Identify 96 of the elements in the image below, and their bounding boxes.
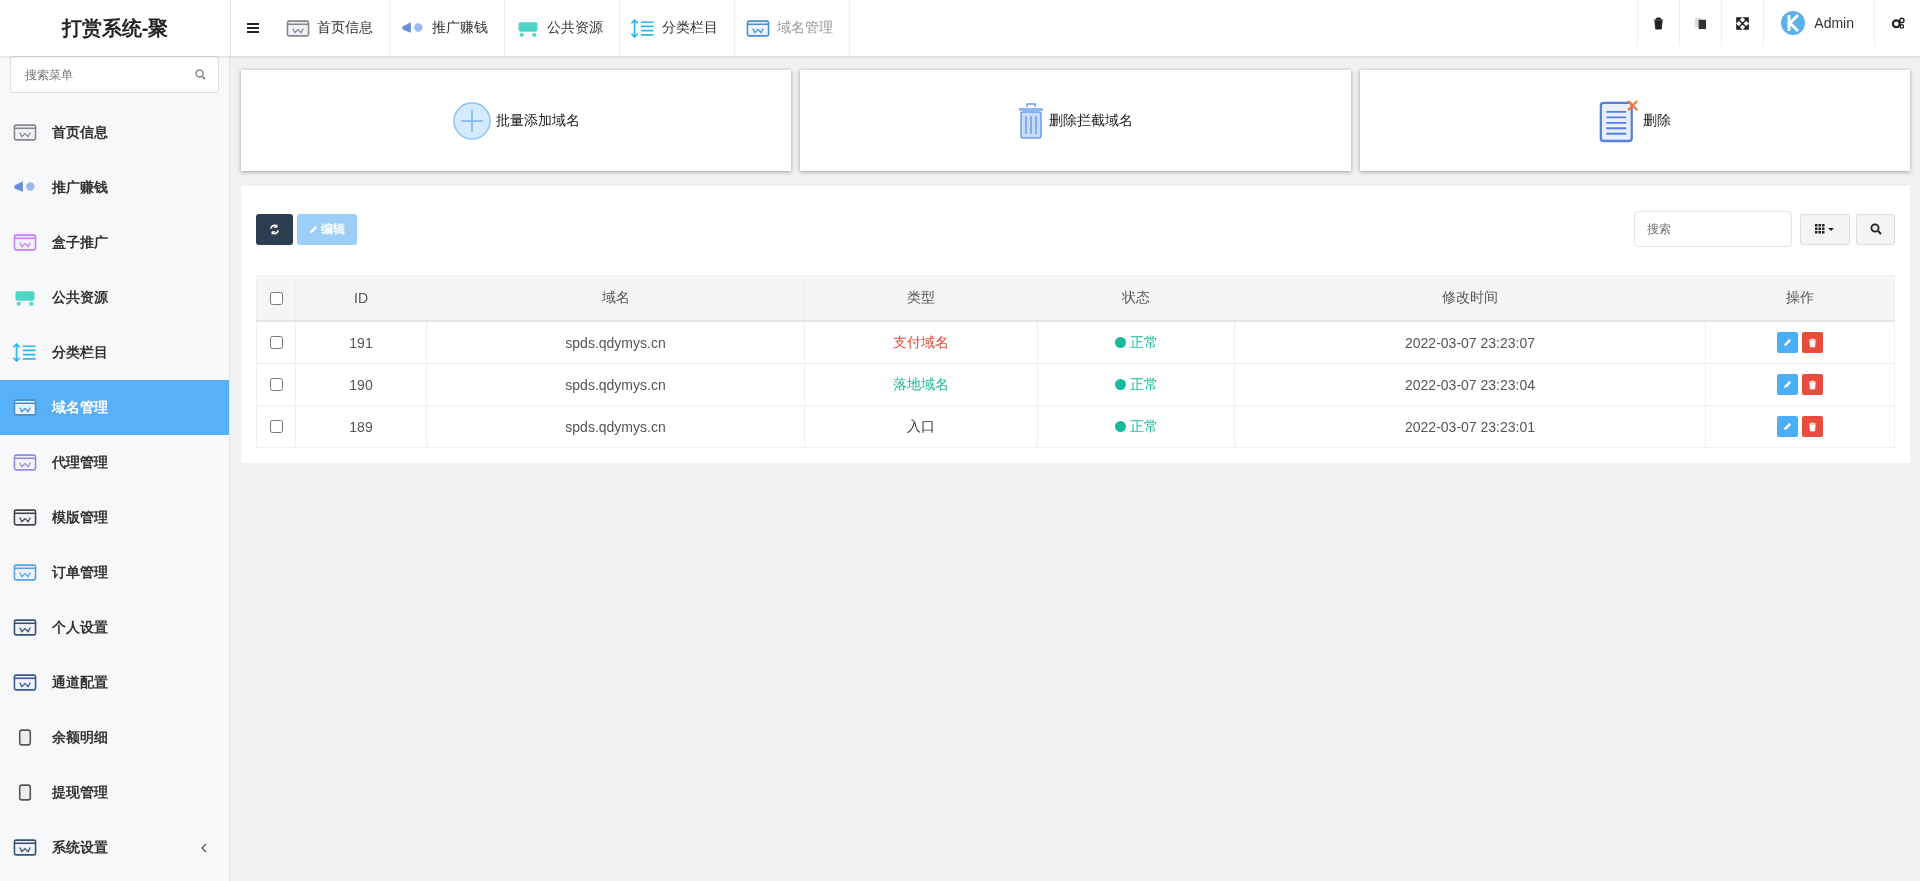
grid-icon [1815, 224, 1835, 234]
sidebar-item[interactable]: 盒子推广 [0, 215, 229, 270]
sidebar-item[interactable]: 推广赚钱 [0, 160, 229, 215]
search-field[interactable]: 搜索 [1634, 211, 1792, 247]
table-cell: 190 [295, 363, 427, 406]
window-icon [12, 398, 38, 417]
sidebar-item[interactable]: 分类栏目 [0, 325, 229, 380]
sidebar-label: 首页信息 [52, 123, 109, 142]
search-icon [195, 69, 206, 80]
search-input[interactable]: 搜索菜单 [23, 66, 195, 83]
column-header: 类型 [804, 275, 1038, 321]
row-checkbox[interactable] [270, 420, 283, 433]
trash-icon [1808, 337, 1817, 348]
sidebar-item[interactable]: 个人设置 [0, 600, 229, 655]
user-name[interactable]: Admin [1814, 15, 1854, 31]
pencil-icon [1783, 338, 1792, 347]
column-header: 状态 [1037, 275, 1235, 321]
column-header: 操作 [1705, 275, 1895, 321]
sidebar-label: 代理管理 [52, 453, 109, 472]
delete-button[interactable] [1802, 332, 1823, 353]
delete-button[interactable] [1802, 374, 1823, 395]
nav-tab[interactable]: 公共资源 [505, 0, 620, 56]
sidebar-item[interactable]: 提现管理 [0, 765, 229, 820]
monitor-icon [12, 123, 38, 142]
plus-circle-icon [452, 100, 493, 141]
trash-icon [1808, 421, 1817, 432]
table-cell: 191 [295, 321, 427, 364]
table-cell: spds.qdymys.cn [426, 321, 805, 364]
edit-button[interactable] [1777, 332, 1798, 353]
search-button[interactable] [1856, 213, 1895, 245]
action-card[interactable]: 批量添加域名 [241, 70, 792, 171]
sort-icon [12, 343, 38, 362]
table-cell: spds.qdymys.cn [426, 405, 805, 448]
sidebar-item[interactable]: 系统设置 [0, 820, 229, 875]
delete-button[interactable] [1802, 416, 1823, 437]
sort-icon [630, 18, 656, 38]
status-label: 正常 [1129, 417, 1158, 436]
sidebar-item[interactable]: 订单管理 [0, 545, 229, 600]
window-icon [745, 18, 771, 38]
sidebar-label: 个人设置 [52, 618, 109, 637]
nav-tab[interactable]: 推广赚钱 [390, 0, 505, 56]
sidebar-item[interactable]: 通道配置 [0, 655, 229, 710]
column-header: ID [295, 275, 427, 321]
column-header: 域名 [426, 275, 805, 321]
action-card[interactable]: 删除拦截域名 [800, 70, 1351, 171]
nav-tab[interactable]: 分类栏目 [620, 0, 735, 56]
type-label: 落地域名 [893, 375, 949, 392]
table-cell: 2022-03-07 23:23:01 [1234, 405, 1706, 448]
nav-tab[interactable]: 首页信息 [275, 0, 390, 56]
sidebar-item[interactable]: 模版管理 [0, 490, 229, 545]
status-label: 正常 [1129, 375, 1158, 394]
trash-icon [1808, 379, 1817, 390]
sidebar-label: 推广赚钱 [52, 178, 109, 197]
edit-button[interactable] [1777, 374, 1798, 395]
sidebar-item[interactable]: 余额明细 [0, 710, 229, 765]
sidebar-label: 模版管理 [52, 508, 109, 527]
action-label: 批量添加域名 [496, 111, 581, 130]
table-cell: 2022-03-07 23:23:04 [1234, 363, 1706, 406]
action-label: 删除 [1642, 111, 1671, 130]
table-cell: 189 [295, 405, 427, 448]
sidebar-item[interactable]: 公共资源 [0, 270, 229, 325]
monitor-icon [285, 18, 311, 38]
sidebar-label: 余额明细 [52, 728, 109, 747]
edit-button[interactable] [1777, 416, 1798, 437]
pencil-icon [309, 224, 318, 234]
trash-icon [1017, 101, 1046, 140]
sidebar-item[interactable]: 首页信息 [0, 105, 229, 160]
sidebar-label: 系统设置 [52, 838, 109, 857]
columns-button[interactable] [1800, 213, 1850, 245]
refresh-button[interactable] [256, 213, 293, 245]
sidebar-item[interactable]: 代理管理 [0, 435, 229, 490]
select-all-checkbox[interactable] [270, 291, 283, 305]
document-delete-icon [1598, 97, 1639, 144]
menu-search-field[interactable]: 搜索菜单 [10, 56, 219, 93]
sidebar-label: 域名管理 [52, 398, 109, 417]
sidebar-label: 提现管理 [52, 783, 109, 802]
sidebar-label: 订单管理 [52, 563, 109, 582]
refresh-icon [269, 223, 280, 235]
action-label: 删除拦截域名 [1049, 111, 1134, 130]
sidebar-label: 公共资源 [52, 288, 109, 307]
row-checkbox[interactable] [270, 336, 283, 349]
pencil-icon [1783, 380, 1792, 389]
type-label: 入口 [907, 417, 935, 434]
status-label: 正常 [1129, 333, 1158, 352]
table-cell: 2022-03-07 23:23:07 [1234, 321, 1706, 364]
sidebar-label: 通道配置 [52, 673, 109, 692]
table-cell: spds.qdymys.cn [426, 363, 805, 406]
avatar-icon [1780, 10, 1807, 36]
column-header: 修改时间 [1234, 275, 1706, 321]
sidebar-label: 盒子推广 [52, 233, 109, 252]
search-icon [1869, 223, 1882, 235]
sidebar-label: 分类栏目 [52, 343, 109, 362]
pencil-icon [1783, 422, 1792, 431]
action-card[interactable]: 删除 [1359, 70, 1910, 171]
type-label: 支付域名 [893, 333, 949, 350]
row-checkbox[interactable] [270, 378, 283, 391]
